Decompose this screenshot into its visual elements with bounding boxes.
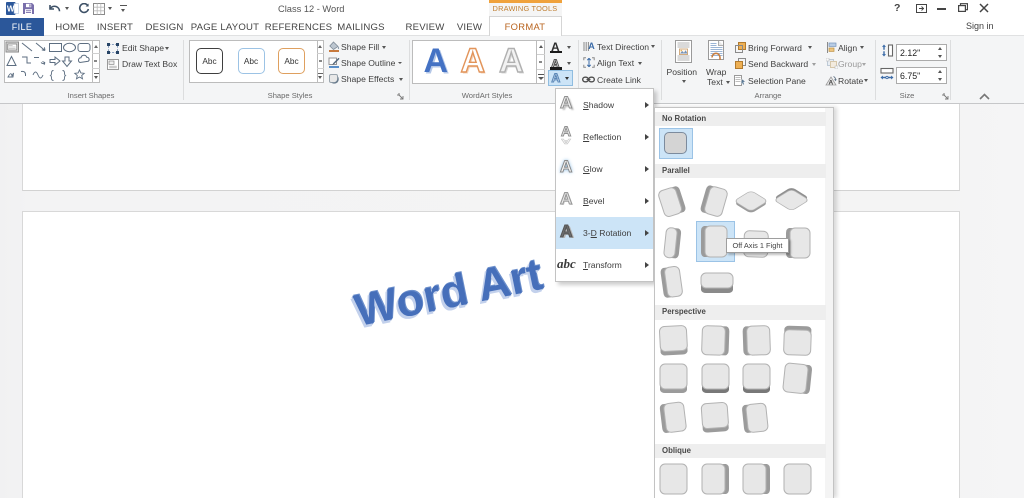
svg-text:W: W bbox=[7, 5, 15, 14]
svg-text:A: A bbox=[828, 79, 833, 85]
svg-text:A: A bbox=[588, 41, 595, 51]
